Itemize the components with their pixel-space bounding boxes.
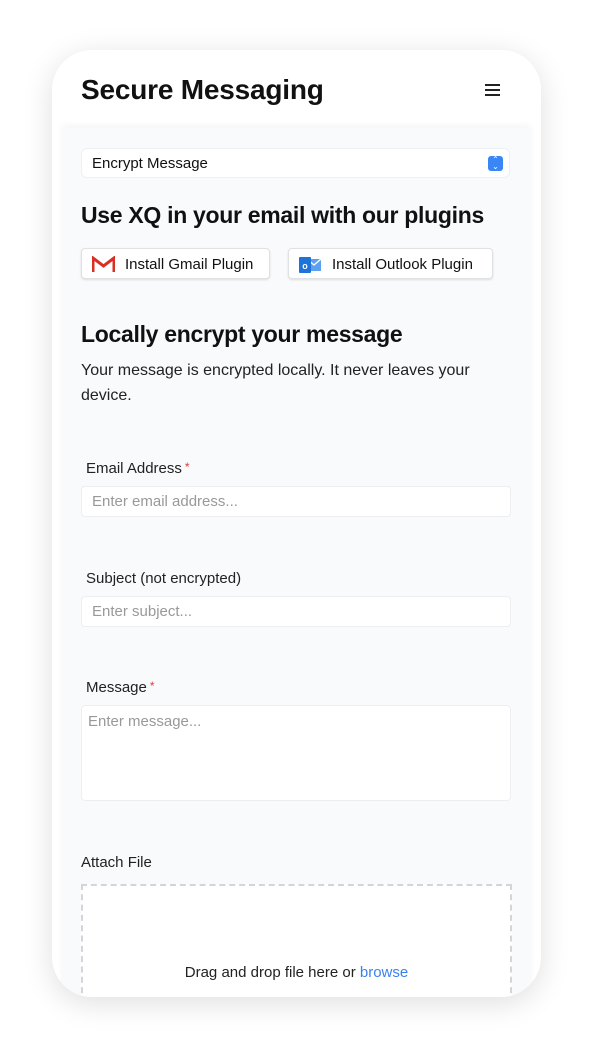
outlook-icon: o xyxy=(299,257,322,273)
encrypt-description: Your message is encrypted locally. It ne… xyxy=(81,362,470,404)
page-title: Secure Messaging xyxy=(81,74,324,105)
app-header: Secure Messaging xyxy=(52,50,541,128)
mode-select-value: Encrypt Message xyxy=(92,155,208,172)
subject-field[interactable]: Enter subject... xyxy=(81,596,511,627)
main-content: Encrypt Message ⌃ ⌄ Use XQ in your email … xyxy=(62,128,531,997)
message-label: Message * xyxy=(86,679,155,696)
gmail-icon xyxy=(92,256,115,272)
plugins-heading: Use XQ in your email with our plugins xyxy=(81,202,484,228)
message-field[interactable]: Enter message... xyxy=(81,705,511,801)
subject-label: Subject (not encrypted) xyxy=(86,570,242,587)
drop-text: Drag and drop file here or browse xyxy=(83,964,510,981)
drop-text-label: Drag and drop file here or xyxy=(184,964,360,981)
hamburger-menu-icon[interactable] xyxy=(485,84,500,96)
svg-text:o: o xyxy=(302,261,308,271)
phone-frame: Secure Messaging Encrypt Message ⌃ ⌄ Use … xyxy=(52,50,541,997)
install-gmail-plugin-button[interactable]: Install Gmail Plugin xyxy=(81,248,270,279)
install-outlook-plugin-button[interactable]: o Install Outlook Plugin xyxy=(288,248,493,279)
mode-select[interactable]: Encrypt Message ⌃ ⌄ xyxy=(81,148,510,178)
attach-file-label: Attach File xyxy=(81,854,152,871)
email-field[interactable]: Enter email address... xyxy=(81,486,511,517)
file-drop-zone[interactable]: Drag and drop file here or browse xyxy=(81,884,512,997)
chevron-up-down-icon: ⌃ ⌄ xyxy=(488,156,503,171)
browse-link[interactable]: browse xyxy=(360,964,408,981)
outlook-button-label: Install Outlook Plugin xyxy=(332,256,473,273)
encrypt-heading: Locally encrypt your message xyxy=(81,321,403,347)
gmail-button-label: Install Gmail Plugin xyxy=(125,256,254,273)
email-label: Email Address * xyxy=(86,460,190,477)
